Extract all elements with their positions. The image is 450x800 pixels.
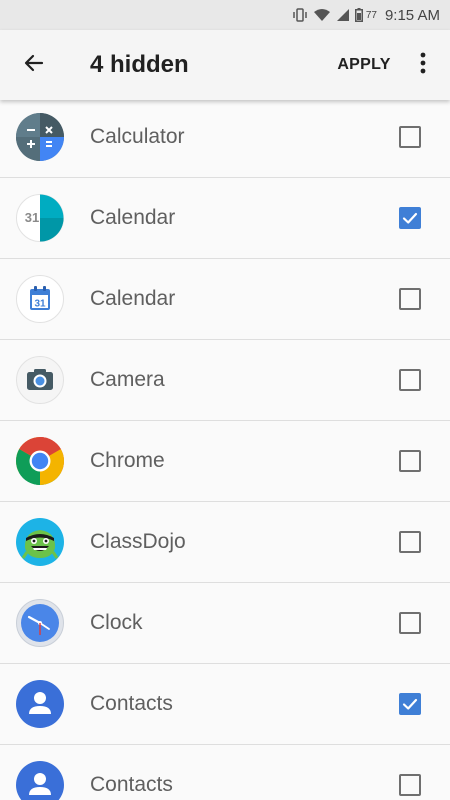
app-row-camera[interactable]: Camera [0, 340, 450, 421]
status-time: 9:15 AM [384, 6, 440, 24]
app-bar: 4 hidden APPLY [0, 30, 450, 100]
app-row-clock[interactable]: Clock [0, 583, 450, 664]
hide-checkbox[interactable] [399, 450, 421, 472]
page-title: 4 hidden [90, 51, 189, 78]
overflow-menu-button[interactable] [404, 41, 442, 89]
app-label: Calculator [90, 125, 185, 148]
classdojo-icon [16, 518, 64, 566]
hide-checkbox[interactable] [399, 693, 421, 715]
app-label: Calendar [90, 287, 176, 310]
vibrate-icon [292, 8, 308, 22]
app-row-google-calendar[interactable]: 31 Calendar [0, 259, 450, 340]
hide-checkbox[interactable] [399, 126, 421, 148]
hide-checkbox[interactable] [399, 612, 421, 634]
hide-checkbox[interactable] [399, 774, 421, 796]
chrome-icon [16, 437, 64, 485]
app-list: Calculator 31 Calendar 31 Calendar Camer… [0, 97, 450, 800]
checkmark-icon [402, 698, 418, 710]
app-label: Contacts [90, 692, 173, 715]
svg-text:31: 31 [34, 299, 46, 310]
app-row-contacts[interactable]: Contacts [0, 664, 450, 745]
hide-checkbox[interactable] [399, 369, 421, 391]
app-label: Clock [90, 611, 143, 634]
hide-checkbox[interactable] [399, 288, 421, 310]
arrow-back-icon [22, 51, 46, 80]
app-label: Contacts [90, 773, 173, 796]
contacts-icon [16, 680, 64, 728]
battery-level: 77 [365, 9, 377, 21]
camera-icon [16, 356, 64, 404]
more-vert-icon [420, 52, 426, 79]
calendar-icon: 31 [16, 194, 64, 242]
status-icons: 77 [292, 8, 377, 22]
clock-icon [16, 599, 64, 647]
app-label: Camera [90, 368, 165, 391]
calculator-icon [16, 113, 64, 161]
svg-text:31: 31 [25, 210, 39, 225]
status-bar: 77 9:15 AM [0, 0, 450, 30]
checkmark-icon [402, 212, 418, 224]
app-row-calculator[interactable]: Calculator [0, 97, 450, 178]
app-label: ClassDojo [90, 530, 186, 553]
contacts-icon [16, 761, 64, 800]
google-calendar-icon: 31 [16, 275, 64, 323]
app-label: Calendar [90, 206, 176, 229]
hide-checkbox[interactable] [399, 207, 421, 229]
wifi-icon [313, 8, 331, 22]
battery-icon [354, 8, 363, 22]
app-row-contacts-2[interactable]: Contacts [0, 745, 450, 800]
apply-button[interactable]: APPLY [326, 41, 402, 89]
app-row-chrome[interactable]: Chrome [0, 421, 450, 502]
hide-checkbox[interactable] [399, 531, 421, 553]
app-row-calendar[interactable]: 31 Calendar [0, 178, 450, 259]
app-row-classdojo[interactable]: ClassDojo [0, 502, 450, 583]
signal-icon [336, 8, 350, 22]
back-button[interactable] [10, 41, 58, 89]
app-label: Chrome [90, 449, 165, 472]
